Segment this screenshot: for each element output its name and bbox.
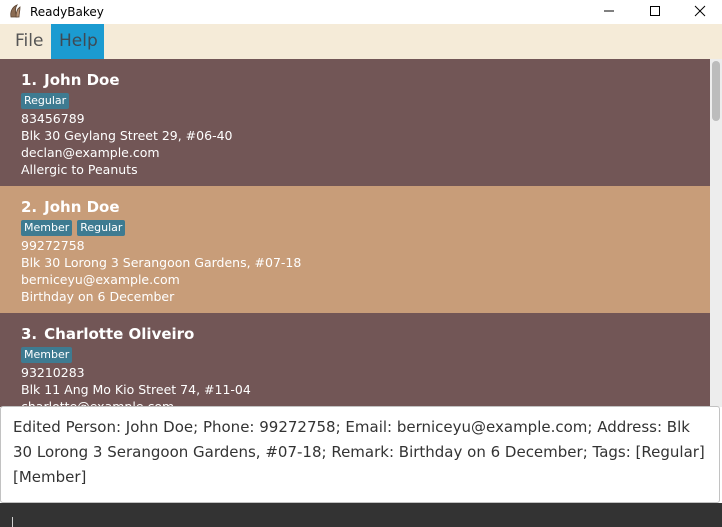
person-address: Blk 30 Geylang Street 29, #06-40 (21, 128, 233, 143)
person-index: 1. (21, 71, 38, 89)
tag-list: Regular (21, 93, 710, 110)
person-remark: Birthday on 6 December (21, 289, 175, 304)
person-email: declan@example.com (21, 145, 160, 160)
person-index: 2. (21, 198, 38, 216)
person-name: Charlotte Oliveiro (44, 325, 195, 343)
person-name-row: 1. John Doe (21, 69, 710, 91)
title-bar: ReadyBakey (0, 0, 722, 24)
person-phone: 93210283 (21, 365, 85, 380)
minimize-button[interactable] (586, 0, 632, 22)
app-window: ReadyBakey File Help 1. John Doe Regular… (0, 0, 722, 527)
person-card[interactable]: 1. John Doe Regular 83456789 Blk 30 Geyla… (0, 59, 710, 186)
person-index: 3. (21, 325, 38, 343)
person-email: berniceyu@example.com (21, 272, 180, 287)
menu-file[interactable]: File (7, 24, 51, 59)
person-remark: Allergic to Peanuts (21, 162, 138, 177)
tag: Member (21, 347, 73, 363)
result-message: Edited Person: John Doe; Phone: 99272758… (13, 418, 705, 486)
person-card[interactable]: 3. Charlotte Oliveiro Member 93210283 Blk… (0, 313, 710, 407)
minimize-icon (604, 10, 614, 12)
person-name: John Doe (44, 71, 120, 89)
maximize-icon (650, 6, 660, 16)
close-icon (694, 5, 706, 17)
person-address: Blk 11 Ang Mo Kio Street 74, #11-04 (21, 382, 251, 397)
person-phone: 99272758 (21, 238, 85, 253)
person-name-row: 2. John Doe (21, 196, 710, 218)
person-name-row: 3. Charlotte Oliveiro (21, 323, 710, 345)
close-button[interactable] (677, 0, 722, 22)
menu-bar: File Help (0, 24, 722, 59)
person-phone: 83456789 (21, 111, 85, 126)
tag: Regular (21, 93, 70, 109)
menu-help[interactable]: Help (51, 24, 104, 59)
tag: Regular (77, 220, 126, 236)
command-box[interactable] (0, 503, 722, 527)
person-list[interactable]: 1. John Doe Regular 83456789 Blk 30 Geyla… (0, 59, 710, 407)
text-cursor (12, 517, 13, 527)
result-display: Edited Person: John Doe; Phone: 99272758… (0, 406, 720, 503)
list-scrollbar[interactable] (710, 59, 722, 407)
maximize-button[interactable] (632, 0, 678, 22)
readybakey-logo-icon (10, 4, 21, 18)
scrollbar-thumb[interactable] (712, 61, 720, 121)
tag-list: Member Regular (21, 220, 710, 237)
person-name: John Doe (44, 198, 120, 216)
tag-list: Member (21, 347, 710, 364)
window-title: ReadyBakey (30, 5, 104, 19)
tag: Member (21, 220, 73, 236)
person-card[interactable]: 2. John Doe Member Regular 99272758 Blk 3… (0, 186, 710, 313)
person-address: Blk 30 Lorong 3 Serangoon Gardens, #07-1… (21, 255, 302, 270)
